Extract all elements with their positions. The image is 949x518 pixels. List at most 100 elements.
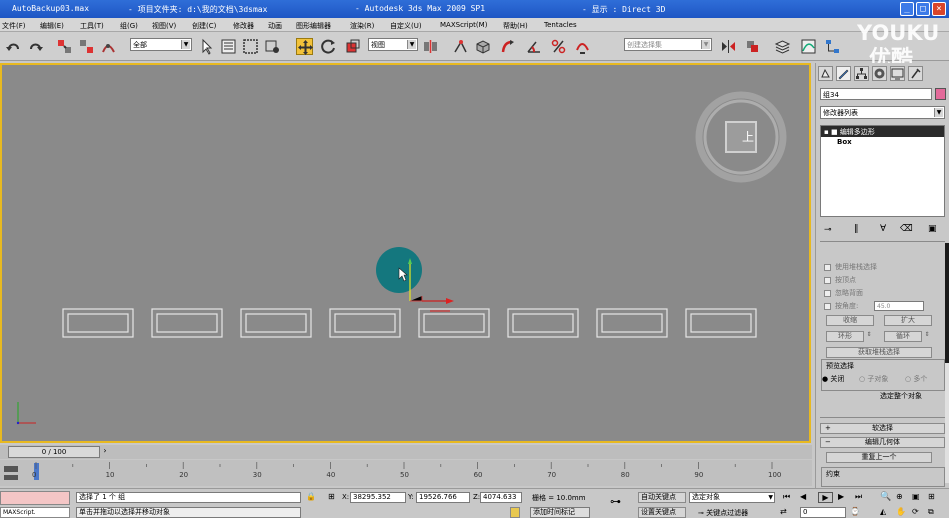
select-by-name-icon[interactable] [220, 38, 237, 55]
orbit-icon[interactable]: ⟳ [912, 507, 924, 518]
maximize-viewport-icon[interactable]: ⧉ [928, 507, 940, 518]
set-key-icon[interactable]: ⊶ [610, 495, 632, 509]
preview-subobject-radio[interactable]: ○ 子对象 [859, 374, 888, 384]
hierarchy-tab-icon[interactable] [854, 66, 869, 81]
menu-group[interactable]: 组(G) [120, 21, 138, 31]
current-frame-field[interactable]: 0 [800, 507, 846, 518]
next-frame-icon[interactable]: ▶ [838, 492, 850, 503]
menu-file[interactable]: 文件(F) [2, 21, 26, 31]
window-crossing-icon[interactable] [264, 38, 281, 55]
zoom-extents-all-icon[interactable]: ⊞ [928, 492, 940, 503]
unlink-icon[interactable] [78, 38, 95, 55]
angle-snap-icon[interactable] [526, 38, 543, 55]
ring-spinner[interactable]: ⇕ [865, 331, 873, 342]
box-objects[interactable] [62, 308, 757, 338]
play-icon[interactable]: ▶ [818, 492, 833, 503]
remove-modifier-icon[interactable]: ⌫ [900, 224, 913, 234]
pin-stack-icon[interactable]: ⊸ [824, 225, 832, 235]
rect-selection-icon[interactable] [242, 38, 259, 55]
time-tag-icon[interactable] [510, 507, 520, 518]
redo-icon[interactable] [27, 38, 44, 55]
lock-selection-icon[interactable]: 🔒 [306, 492, 316, 503]
soft-selection-rollout[interactable]: + 软选择 [820, 423, 945, 434]
loop-button[interactable]: 循环 [884, 331, 922, 342]
track-bar[interactable]: 0 10 20 30 40 50 60 70 80 90 100 [0, 460, 812, 486]
next-frame-arrow-icon[interactable]: › [100, 446, 110, 458]
zoom-extents-icon[interactable]: ▣ [912, 492, 924, 503]
select-move-icon[interactable] [296, 38, 313, 55]
motion-tab-icon[interactable] [872, 66, 887, 81]
align-icon[interactable] [744, 38, 761, 55]
snap-toggle-icon[interactable] [500, 38, 517, 55]
utilities-tab-icon[interactable] [908, 66, 923, 81]
shrink-button[interactable]: 收缩 [826, 315, 874, 326]
configure-sets-icon[interactable]: ▣ [928, 224, 937, 234]
menu-views[interactable]: 视图(V) [152, 21, 176, 31]
display-tab-icon[interactable] [890, 66, 905, 81]
by-angle-checkbox[interactable]: 按角度: [824, 301, 858, 311]
menu-tools[interactable]: 工具(T) [80, 21, 104, 31]
select-scale-icon[interactable] [344, 38, 361, 55]
object-name-field[interactable]: 组34 [820, 88, 932, 100]
close-button[interactable]: × [932, 2, 946, 16]
angle-value-field[interactable]: 45.0 [874, 301, 924, 311]
pivot-center-icon[interactable] [422, 38, 439, 55]
time-config-icon[interactable]: ⌚ [850, 507, 862, 518]
menu-rendering[interactable]: 渲染(R) [350, 21, 374, 31]
modify-tab-icon[interactable] [836, 66, 851, 81]
auto-key-button[interactable]: 自动关键点 [638, 492, 686, 503]
selection-filter-dropdown[interactable]: 全部 ▼ [130, 38, 192, 51]
manipulate-icon[interactable] [452, 38, 469, 55]
menu-edit[interactable]: 编辑(E) [40, 21, 64, 31]
field-of-view-icon[interactable]: ◭ [880, 507, 892, 518]
curve-editor-icon[interactable] [800, 38, 817, 55]
edit-geometry-rollout[interactable]: − 编辑几何体 [820, 437, 945, 448]
select-link-icon[interactable] [56, 38, 73, 55]
key-filters-label[interactable]: ⊸ 关键点过滤器 [698, 508, 748, 518]
panel-scrollbar-thumb[interactable] [945, 243, 949, 363]
menu-help[interactable]: 帮助(H) [503, 21, 528, 31]
preview-multi-radio[interactable]: ○ 多个 [905, 374, 927, 384]
show-end-result-icon[interactable]: ‖ [854, 224, 859, 234]
viewport-scene[interactable] [2, 65, 809, 441]
repeat-last-button[interactable]: 重复上一个 [826, 452, 932, 463]
keyboard-shortcut-icon[interactable] [474, 38, 491, 55]
stack-item-edit-poly[interactable]: ▪ ■ 编辑多边形 [821, 126, 944, 137]
schematic-view-icon[interactable] [824, 38, 841, 55]
grow-button[interactable]: 扩大 [884, 315, 932, 326]
maxscript-listener-top[interactable] [0, 491, 70, 505]
undo-icon[interactable] [5, 38, 22, 55]
absolute-mode-icon[interactable]: ⊞ [328, 492, 338, 503]
named-selection-dropdown[interactable]: 创建选择集 ▼ [624, 38, 712, 51]
zoom-all-icon[interactable]: ⊕ [896, 492, 908, 503]
ignore-backfacing-checkbox[interactable]: 忽略背面 [824, 288, 863, 298]
zoom-icon[interactable]: 🔍 [880, 492, 892, 503]
modifier-stack[interactable]: ▪ ■ 编辑多边形 Box [820, 125, 945, 217]
time-slider-track[interactable] [0, 445, 812, 459]
reference-coord-dropdown[interactable]: 视图 ▼ [368, 38, 418, 51]
goto-start-icon[interactable]: ⏮ [783, 492, 795, 503]
create-tab-icon[interactable] [818, 66, 833, 81]
goto-end-icon[interactable]: ⏭ [855, 492, 867, 503]
select-object-icon[interactable] [198, 38, 215, 55]
use-stack-selection-checkbox[interactable]: 使用堆栈选择 [824, 262, 877, 272]
select-rotate-icon[interactable] [320, 38, 337, 55]
time-slider-thumb[interactable]: 0 / 100 [8, 446, 100, 458]
get-stack-selection-button[interactable]: 获取堆栈选择 [826, 347, 932, 358]
object-color-swatch[interactable] [935, 88, 946, 100]
x-coord-field[interactable]: 38295.352 [350, 492, 406, 503]
set-key-button[interactable]: 设置关键点 [638, 507, 686, 518]
ring-button[interactable]: 环形 [826, 331, 864, 342]
panel-scrollbar[interactable] [945, 243, 949, 483]
previous-frame-icon[interactable]: ◀ [800, 492, 812, 503]
layer-manager-icon[interactable] [774, 38, 791, 55]
menu-maxscript[interactable]: MAXScript(M) [440, 21, 487, 29]
modifier-list-dropdown[interactable]: 修改器列表 ▼ [820, 106, 945, 119]
z-coord-field[interactable]: 4074.633 [480, 492, 522, 503]
spinner-snap-icon[interactable] [574, 38, 591, 55]
menu-graph-editors[interactable]: 图形编辑器 [296, 21, 331, 31]
percent-snap-icon[interactable] [550, 38, 567, 55]
menu-modifiers[interactable]: 修改器 [233, 21, 254, 31]
selected-object-dropdown[interactable]: 选定对象 ▼ [689, 492, 775, 503]
by-vertex-checkbox[interactable]: 按顶点 [824, 275, 856, 285]
